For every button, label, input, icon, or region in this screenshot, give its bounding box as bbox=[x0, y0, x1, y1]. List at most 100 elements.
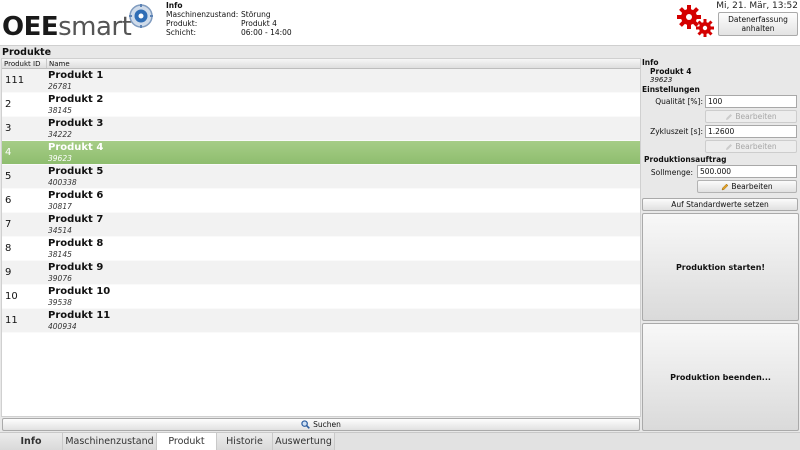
edit-target-quantity-button[interactable]: Bearbeiten bbox=[697, 180, 797, 193]
product-name-cell: Produkt 2 38145 bbox=[48, 94, 103, 115]
product-number: 30817 bbox=[48, 202, 72, 211]
product-id: 7 bbox=[5, 219, 12, 230]
tab-product[interactable]: Produkt bbox=[157, 433, 217, 450]
product-number: 400934 bbox=[48, 322, 77, 331]
product-name-cell: Produkt 6 30817 bbox=[48, 190, 103, 211]
product-row[interactable]: 111 Produkt 1 26781 bbox=[2, 69, 640, 93]
product-name-cell: Produkt 9 39076 bbox=[48, 262, 103, 283]
search-button-label: Suchen bbox=[313, 420, 341, 429]
info-value: Störung bbox=[241, 10, 271, 19]
product-rows: 111 Produkt 1 26781 2 Produkt 2 38145 3 Produkt… bbox=[2, 69, 640, 333]
product-id: 111 bbox=[5, 75, 25, 86]
start-production-button[interactable]: Produktion starten! bbox=[642, 213, 799, 321]
tab-evaluation[interactable]: Auswertung bbox=[273, 433, 335, 450]
info-key: Maschinenzustand: bbox=[166, 10, 239, 19]
info-row-shift: Schicht: 06:00 - 14:00 bbox=[166, 28, 292, 37]
quality-label: Qualität [%]: bbox=[655, 97, 703, 106]
side-panel: Info Produkt 4 39623 Einstellungen bbox=[642, 58, 800, 94]
product-id: 4 bbox=[5, 147, 12, 158]
product-id: 2 bbox=[5, 99, 12, 110]
product-number: 39623 bbox=[48, 154, 72, 163]
target-quantity-label: Sollmenge: bbox=[650, 168, 693, 177]
info-key: Produkt: bbox=[166, 19, 198, 28]
product-row[interactable]: 8 Produkt 8 38145 bbox=[2, 237, 640, 261]
product-name-cell: Produkt 10 39538 bbox=[48, 286, 110, 307]
edit-quality-button[interactable]: Bearbeiten bbox=[705, 110, 797, 123]
column-header-id[interactable]: Produkt ID bbox=[2, 59, 47, 68]
product-list: Produkt ID Name 111 Produkt 1 26781 2 Produk… bbox=[1, 58, 641, 417]
product-row[interactable]: 6 Produkt 6 30817 bbox=[2, 189, 640, 213]
product-number: 39538 bbox=[48, 298, 72, 307]
product-name: Produkt 5 bbox=[48, 166, 104, 177]
pause-button-label-line1: Datenerfassung bbox=[728, 15, 788, 24]
logo-light-text: smart bbox=[58, 12, 132, 42]
pencil-icon bbox=[726, 113, 733, 120]
search-icon bbox=[301, 420, 310, 429]
edit-cycle-time-label: Bearbeiten bbox=[735, 142, 777, 151]
side-info-title: Info bbox=[642, 58, 659, 67]
product-row[interactable]: 5 Produkt 5 400338 bbox=[2, 165, 640, 189]
product-number: 38145 bbox=[48, 106, 72, 115]
product-id: 9 bbox=[5, 267, 12, 278]
search-button[interactable]: Suchen bbox=[2, 418, 640, 431]
column-header-name[interactable]: Name bbox=[47, 59, 70, 68]
product-row[interactable]: 11 Produkt 11 400934 bbox=[2, 309, 640, 333]
product-row[interactable]: 4 Produkt 4 39623 bbox=[2, 141, 640, 165]
product-row[interactable]: 9 Produkt 9 39076 bbox=[2, 261, 640, 285]
header-bar: OEEsmart Info Maschinenzustand: Störung P… bbox=[0, 0, 800, 46]
product-name: Produkt 4 bbox=[48, 142, 104, 153]
tab-info[interactable]: Info bbox=[0, 433, 63, 450]
quality-input[interactable]: 100 bbox=[705, 95, 797, 108]
info-value: Produkt 4 bbox=[241, 19, 277, 28]
datetime-display: Mi, 21. Mär, 13:52 bbox=[716, 1, 798, 11]
header-info-title: Info bbox=[166, 1, 183, 10]
machine-error-gears-icon bbox=[677, 5, 714, 37]
product-name-cell: Produkt 7 34514 bbox=[48, 214, 103, 235]
info-key: Schicht: bbox=[166, 28, 197, 37]
product-name-cell: Produkt 11 400934 bbox=[48, 310, 110, 331]
info-row-state: Maschinenzustand: Störung bbox=[166, 10, 292, 19]
product-name-cell: Produkt 4 39623 bbox=[48, 142, 103, 163]
settings-title: Einstellungen bbox=[642, 85, 700, 94]
product-id: 6 bbox=[5, 195, 12, 206]
products-section-title: Produkte bbox=[2, 47, 52, 58]
product-name: Produkt 10 bbox=[48, 286, 111, 297]
pencil-icon bbox=[722, 183, 729, 190]
product-name: Produkt 1 bbox=[48, 70, 104, 81]
product-row[interactable]: 3 Produkt 3 34222 bbox=[2, 117, 640, 141]
tab-history[interactable]: Historie bbox=[217, 433, 273, 450]
product-number: 34222 bbox=[48, 130, 72, 139]
pause-data-collection-button[interactable]: Datenerfassung anhalten bbox=[718, 12, 798, 36]
product-name: Produkt 11 bbox=[48, 310, 111, 321]
product-name: Produkt 8 bbox=[48, 238, 104, 249]
edit-cycle-time-button[interactable]: Bearbeiten bbox=[705, 140, 797, 153]
product-name: Produkt 7 bbox=[48, 214, 104, 225]
product-id: 8 bbox=[5, 243, 12, 254]
info-row-product: Produkt: Produkt 4 bbox=[166, 19, 292, 28]
side-product-name: Produkt 4 bbox=[650, 67, 692, 76]
stop-production-button[interactable]: Produktion beenden... bbox=[642, 323, 799, 431]
product-number: 34514 bbox=[48, 226, 72, 235]
edit-target-quantity-label: Bearbeiten bbox=[731, 182, 773, 191]
product-number: 39076 bbox=[48, 274, 72, 283]
tab-machine-state[interactable]: Maschinenzustand bbox=[63, 433, 157, 450]
product-number: 26781 bbox=[48, 82, 72, 91]
product-number: 400338 bbox=[48, 178, 77, 187]
cycle-time-input[interactable]: 1.2600 bbox=[705, 125, 797, 138]
pencil-icon bbox=[726, 143, 733, 150]
product-row[interactable]: 2 Produkt 2 38145 bbox=[2, 93, 640, 117]
cycle-time-label: Zykluszeit [s]: bbox=[650, 127, 703, 136]
product-name: Produkt 9 bbox=[48, 262, 104, 273]
product-name-cell: Produkt 3 34222 bbox=[48, 118, 103, 139]
bottom-tab-bar: Info Maschinenzustand Produkt Historie A… bbox=[0, 432, 800, 450]
product-name: Produkt 6 bbox=[48, 190, 104, 201]
edit-quality-label: Bearbeiten bbox=[735, 112, 777, 121]
header-info: Info Maschinenzustand: Störung Produkt: Pr… bbox=[166, 1, 292, 37]
target-quantity-input[interactable]: 500.000 bbox=[697, 165, 797, 178]
reset-defaults-button[interactable]: Auf Standardwerte setzen bbox=[642, 198, 798, 211]
product-row[interactable]: 7 Produkt 7 34514 bbox=[2, 213, 640, 237]
product-id: 10 bbox=[5, 291, 18, 302]
logo-bold-text: OEE bbox=[2, 12, 59, 42]
product-name-cell: Produkt 8 38145 bbox=[48, 238, 103, 259]
product-row[interactable]: 10 Produkt 10 39538 bbox=[2, 285, 640, 309]
